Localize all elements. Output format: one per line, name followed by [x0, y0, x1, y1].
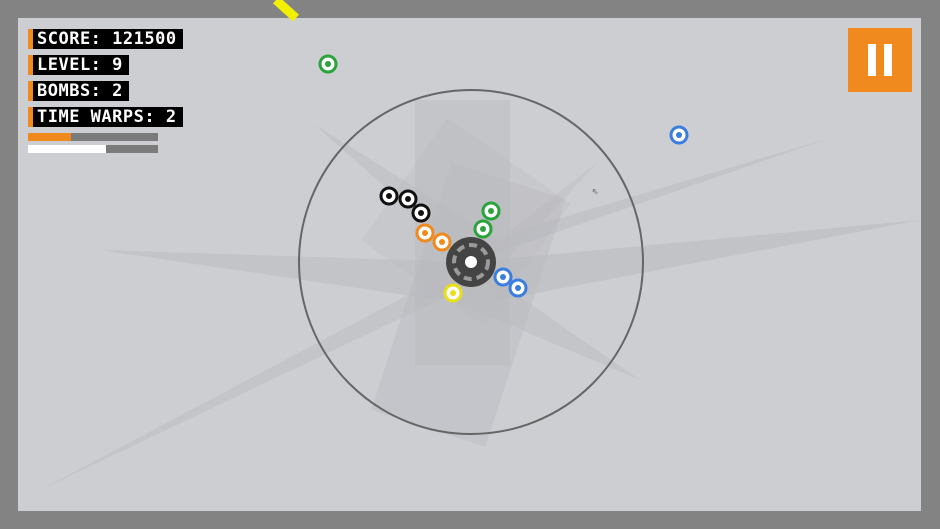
- white-meter: [28, 145, 158, 153]
- white-meter-fill: [28, 145, 106, 153]
- orb-blue: [493, 267, 513, 287]
- game-arena[interactable]: [0, 0, 940, 529]
- orb-orange: [432, 232, 452, 252]
- orb-orange: [415, 223, 435, 243]
- yellow-laser-streak: [272, 0, 300, 22]
- core-center: [465, 256, 477, 268]
- orb-green: [318, 54, 338, 74]
- mouse-cursor-icon: ⇖: [592, 184, 599, 197]
- level-label: LEVEL: 9: [28, 55, 129, 75]
- orb-blue: [508, 278, 528, 298]
- orb-black: [379, 186, 399, 206]
- orb-yellow: [443, 283, 463, 303]
- time-warps-label: TIME WARPS: 2: [28, 107, 183, 127]
- orange-meter-fill: [28, 133, 71, 141]
- orb-blue: [669, 125, 689, 145]
- time-warps-text: TIME WARPS: 2: [33, 107, 183, 127]
- pause-button[interactable]: [848, 28, 912, 92]
- score-text: SCORE: 121500: [33, 29, 183, 49]
- orb-green: [481, 201, 501, 221]
- level-text: LEVEL: 9: [33, 55, 129, 75]
- orb-black: [398, 189, 418, 209]
- orb-green: [473, 219, 493, 239]
- score-label: SCORE: 121500: [28, 29, 183, 49]
- bombs-text: BOMBS: 2: [33, 81, 129, 101]
- player-core: [446, 237, 496, 287]
- orange-meter: [28, 133, 158, 141]
- orb-black: [411, 203, 431, 223]
- bombs-label: BOMBS: 2: [28, 81, 129, 101]
